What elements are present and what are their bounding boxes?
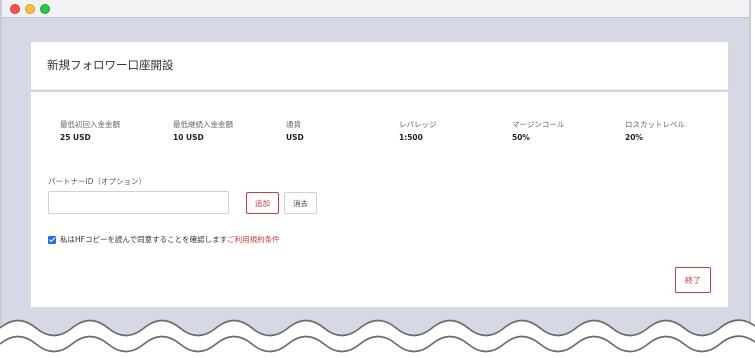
agreement-row: 私はHFコピーを読んで同意することを確認します ご利用規約条件 [48, 234, 280, 245]
info-label: 最低初回入金金額 [60, 120, 120, 129]
info-currency: 通貨 USD [286, 119, 304, 142]
terms-link[interactable]: ご利用規約条件 [227, 234, 280, 245]
agreement-text: 私はHFコピーを読んで同意することを確認します [60, 235, 228, 244]
add-button[interactable]: 追加 [246, 192, 279, 214]
finish-button[interactable]: 終了 [675, 267, 711, 293]
account-info-grid: 最低初回入金金額 25 USD 最低継続入金金額 10 USD 通貨 USD レ… [47, 119, 728, 149]
info-value: 50% [512, 133, 530, 142]
info-leverage: レバレッジ 1:500 [399, 119, 437, 142]
agreement-checkbox[interactable] [48, 235, 56, 244]
info-min-initial-deposit: 最低初回入金金額 25 USD [60, 119, 120, 142]
partner-id-label: パートナーID（オプション） [48, 177, 146, 186]
page-title: 新規フォロワー口座開設 [47, 58, 174, 72]
info-value: USD [286, 133, 304, 142]
info-value: 20% [625, 133, 643, 142]
info-label: マージンコール [512, 120, 565, 129]
info-value: 25 USD [60, 133, 91, 142]
title-bar [2, 0, 749, 18]
info-value: 1:500 [399, 133, 423, 142]
account-form: 最低初回入金金額 25 USD 最低継続入金金額 10 USD 通貨 USD レ… [31, 92, 728, 307]
card-header: 新規フォロワー口座開設 [31, 42, 728, 90]
info-label: レバレッジ [399, 120, 437, 129]
partner-id-input[interactable] [48, 191, 229, 214]
info-label: 最低継続入金金額 [173, 120, 233, 129]
info-min-continuing-deposit: 最低継続入金金額 10 USD [173, 119, 233, 142]
info-margin-call: マージンコール 50% [512, 119, 564, 142]
info-label: 通貨 [286, 120, 301, 129]
info-stop-out-level: ロスカットレベル 20% [625, 119, 685, 142]
clear-button[interactable]: 消去 [284, 192, 317, 214]
close-window-button[interactable] [10, 4, 20, 14]
minimize-window-button[interactable] [25, 4, 35, 14]
torn-paper-edge [0, 319, 755, 358]
info-value: 10 USD [173, 133, 204, 142]
maximize-window-button[interactable] [40, 4, 50, 14]
info-label: ロスカットレベル [625, 120, 685, 129]
app-window: 新規フォロワー口座開設 最低初回入金金額 25 USD 最低継続入金金額 10 … [0, 0, 751, 346]
